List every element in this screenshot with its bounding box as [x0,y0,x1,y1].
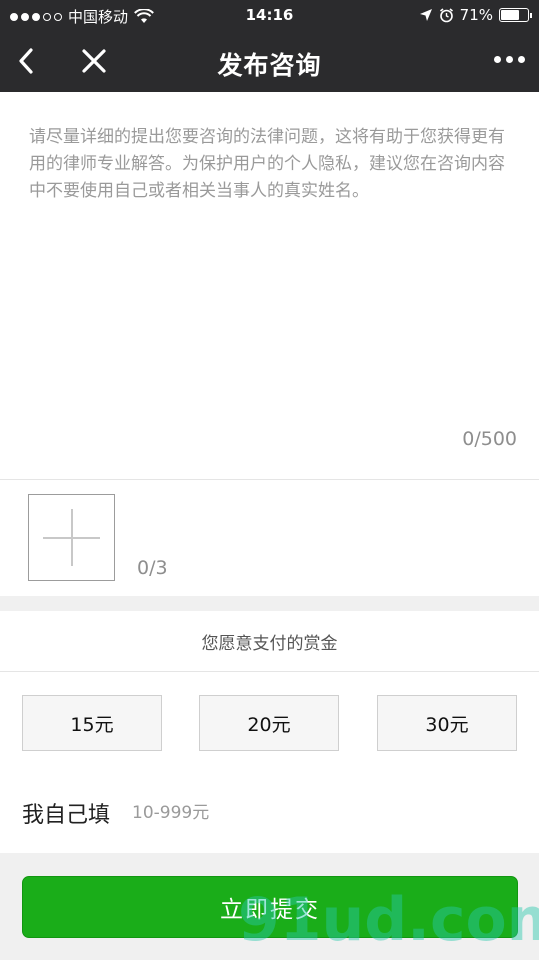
alarm-icon [439,7,453,22]
plus-icon-vertical [71,509,73,566]
reward-30-button[interactable]: 30元 [377,695,517,751]
char-count: 0/500 [462,428,517,450]
nav-bar: 发布咨询 [0,30,539,92]
submit-button[interactable]: 立即提交 [22,876,518,938]
divider [0,671,539,672]
reward-20-button[interactable]: 20元 [199,695,339,751]
custom-reward-label: 我自己填 [22,803,111,828]
more-icon[interactable] [494,56,525,63]
battery-percent: 71% [459,6,493,24]
battery-level [501,10,520,20]
question-section: 0/500 [0,92,539,479]
question-input[interactable] [29,124,509,434]
location-icon [419,9,432,21]
add-image-button[interactable] [28,494,115,581]
status-bar: 中国移动 14:16 71% [0,0,539,30]
divider [0,479,539,480]
reward-15-button[interactable]: 15元 [22,695,162,751]
battery-icon [499,8,532,22]
custom-reward-input[interactable] [132,803,433,823]
image-count: 0/3 [137,557,168,579]
custom-reward-row: 我自己填 [22,797,433,829]
section-separator [0,596,539,611]
reward-label: 您愿意支付的赏金 [201,634,338,654]
page-title: 发布咨询 [217,51,322,80]
status-right: 71% [419,6,532,24]
